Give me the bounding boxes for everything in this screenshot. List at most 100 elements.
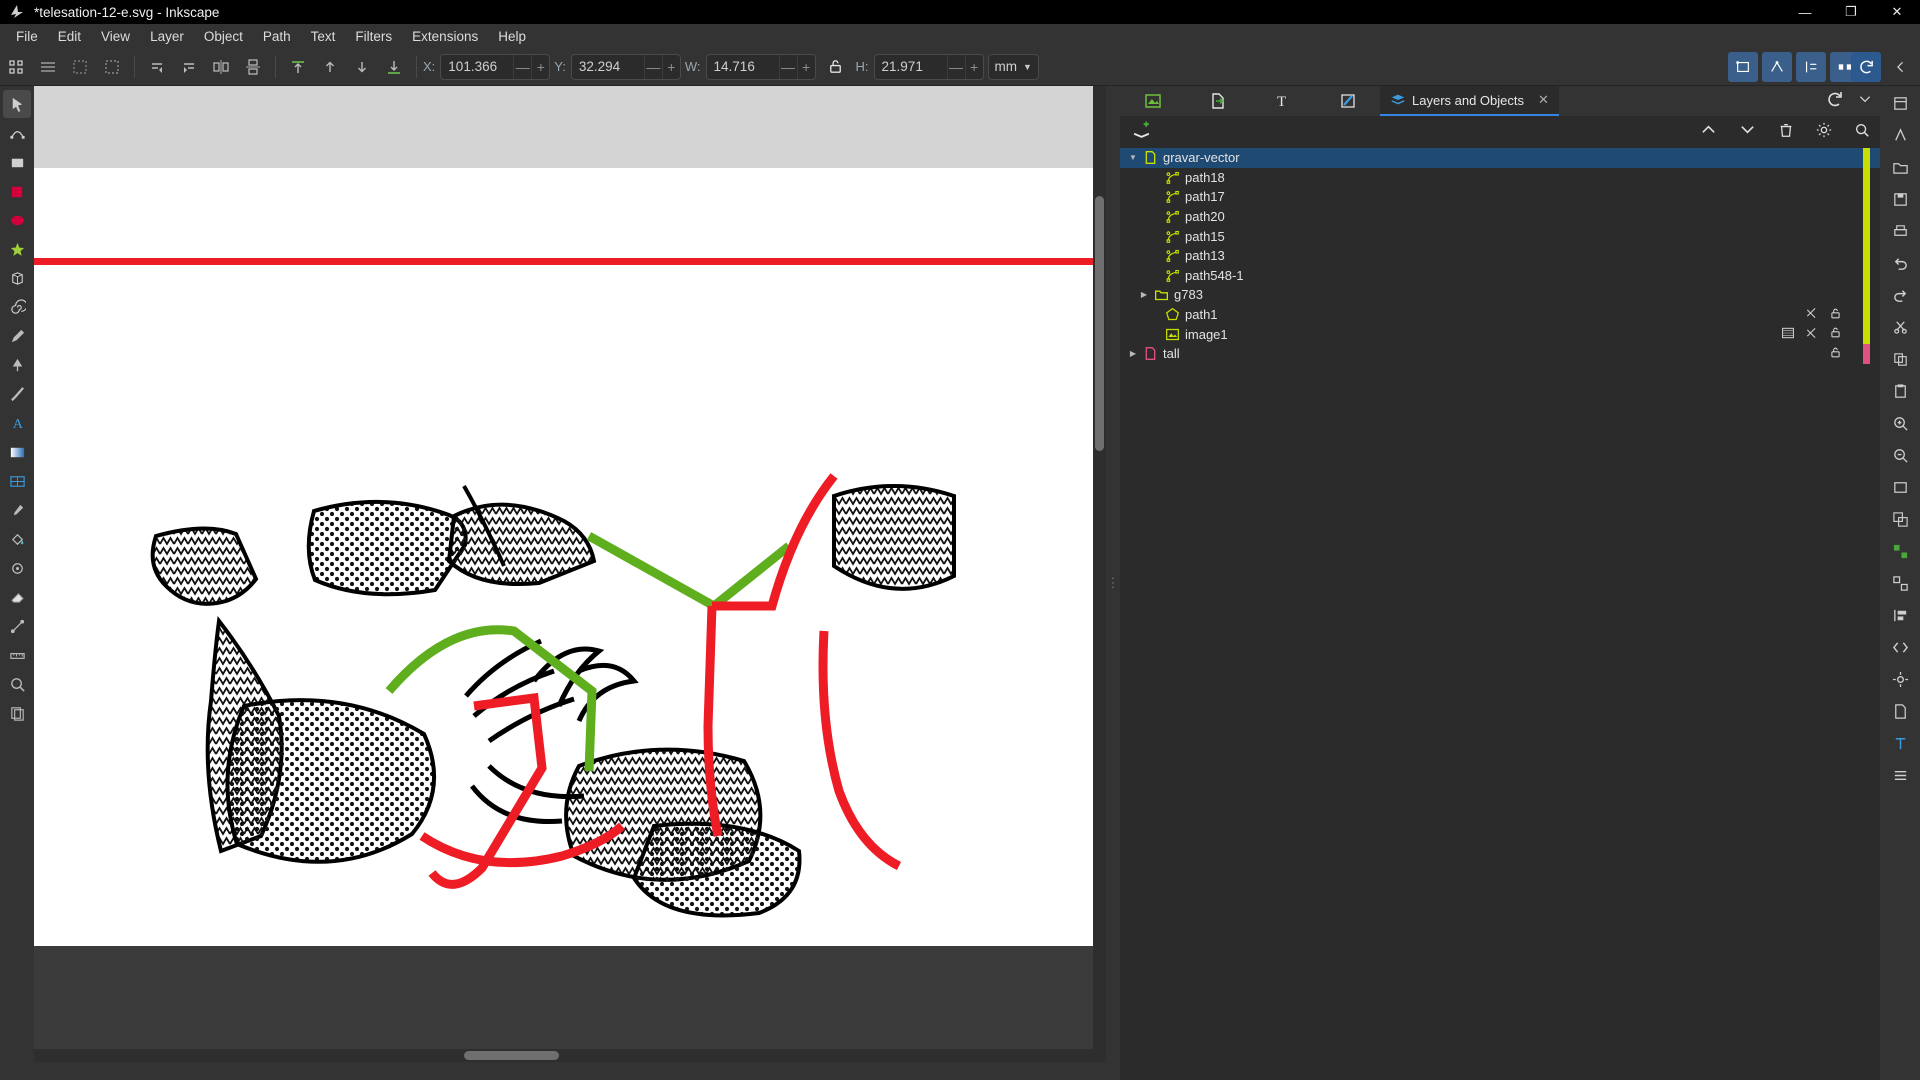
- layer-row-path548-1[interactable]: path548-1: [1120, 265, 1880, 286]
- maximize-button[interactable]: ❐: [1828, 0, 1874, 24]
- zoom-in-icon[interactable]: [1885, 408, 1915, 438]
- tab-layers-and-objects[interactable]: Layers and Objects ✕: [1380, 86, 1559, 116]
- preferences-icon[interactable]: [1885, 664, 1915, 694]
- locked-padlock-icon[interactable]: [1829, 307, 1842, 323]
- menu-view[interactable]: View: [91, 26, 140, 47]
- raise-icon[interactable]: [315, 52, 345, 82]
- text-icon[interactable]: [1885, 728, 1915, 758]
- width-spinner[interactable]: — +: [705, 53, 816, 80]
- unlocked-padlock-icon[interactable]: [821, 52, 851, 82]
- layer-row-path18[interactable]: path18: [1120, 167, 1880, 188]
- canvas-horizontal-scrollbar[interactable]: [34, 1049, 1106, 1062]
- undo-history-icon[interactable]: [1826, 90, 1844, 113]
- locked-padlock-icon[interactable]: [1829, 326, 1842, 342]
- layers-tree[interactable]: ▼ gravar-vector path18 path17 path20 path15 pa…: [1120, 148, 1880, 1080]
- layer-row-gravar-vector[interactable]: ▼ gravar-vector: [1120, 148, 1880, 168]
- cut-icon[interactable]: [1885, 312, 1915, 342]
- xml-editor-icon[interactable]: [1885, 632, 1915, 662]
- menu-layer[interactable]: Layer: [140, 26, 194, 47]
- lower-icon[interactable]: [347, 52, 377, 82]
- horizontal-scroll-thumb[interactable]: [464, 1051, 559, 1060]
- dropper-tool[interactable]: [3, 496, 31, 524]
- clip-icon[interactable]: [1805, 326, 1819, 343]
- layer-row-path13[interactable]: path13: [1120, 245, 1880, 266]
- document-properties-icon[interactable]: [1885, 696, 1915, 726]
- layer-row-path1[interactable]: path1: [1120, 304, 1880, 325]
- zoom-fit-icon[interactable]: [1885, 472, 1915, 502]
- duplicate-icon[interactable]: [1885, 504, 1915, 534]
- open-icon[interactable]: [1885, 152, 1915, 182]
- tab-fill-and-stroke[interactable]: [1120, 86, 1185, 116]
- calligraphy-tool[interactable]: [3, 380, 31, 408]
- x-input[interactable]: [441, 59, 514, 74]
- star-tool[interactable]: [3, 235, 31, 263]
- tab-style[interactable]: [1315, 86, 1380, 116]
- spiral-tool[interactable]: [3, 293, 31, 321]
- height-spinner[interactable]: — +: [873, 53, 984, 80]
- chevron-up-icon[interactable]: [1700, 121, 1717, 143]
- chevron-down-icon[interactable]: ▼: [1126, 153, 1140, 162]
- menu-file[interactable]: File: [6, 26, 48, 47]
- locked-padlock-icon[interactable]: [1829, 346, 1842, 362]
- menu-help[interactable]: Help: [488, 26, 536, 47]
- square-tool[interactable]: [3, 177, 31, 205]
- height-input[interactable]: [874, 59, 947, 74]
- ungroup-icon[interactable]: [1885, 568, 1915, 598]
- layer-row-image1[interactable]: image1: [1120, 324, 1880, 344]
- y-spinner[interactable]: — +: [570, 53, 681, 80]
- layer-row-path15[interactable]: path15: [1120, 226, 1880, 246]
- width-input[interactable]: [706, 59, 779, 74]
- layer-row-path20[interactable]: path20: [1120, 206, 1880, 227]
- chevron-right-icon[interactable]: ▶: [1126, 349, 1140, 358]
- height-increment[interactable]: +: [964, 54, 983, 79]
- select-all-icon[interactable]: [1, 52, 31, 82]
- clip-icon[interactable]: [1805, 306, 1819, 323]
- flip-vertical-icon[interactable]: [238, 52, 268, 82]
- save-icon[interactable]: [1885, 184, 1915, 214]
- text-tool[interactable]: A: [3, 409, 31, 437]
- width-increment[interactable]: +: [796, 54, 815, 79]
- y-decrement[interactable]: —: [643, 54, 662, 79]
- eraser-tool[interactable]: [3, 583, 31, 611]
- commands-icon[interactable]: [1885, 88, 1915, 118]
- menu-extensions[interactable]: Extensions: [402, 26, 488, 47]
- layer-row-g783[interactable]: ▶ g783: [1120, 285, 1880, 305]
- unit-selector[interactable]: mm ▼: [987, 53, 1039, 80]
- pages-tool[interactable]: [3, 699, 31, 727]
- snap-alignment-icon[interactable]: [1796, 52, 1826, 82]
- search-icon[interactable]: [1854, 122, 1870, 143]
- copy-icon[interactable]: [1885, 344, 1915, 374]
- document-page[interactable]: [34, 86, 1099, 946]
- print-icon[interactable]: [1885, 216, 1915, 246]
- tab-text[interactable]: T: [1250, 86, 1315, 116]
- rotate-cw-icon[interactable]: [174, 52, 204, 82]
- chevron-right-icon[interactable]: ▶: [1137, 290, 1151, 299]
- zoom-out-icon[interactable]: [1885, 440, 1915, 470]
- minimize-button[interactable]: —: [1782, 0, 1828, 24]
- x-increment[interactable]: +: [531, 54, 549, 79]
- dock-resize-handle[interactable]: ⋮: [1106, 86, 1120, 1080]
- flip-horizontal-icon[interactable]: [206, 52, 236, 82]
- chevron-down-icon[interactable]: [1858, 92, 1872, 111]
- chevron-down-icon[interactable]: [1739, 121, 1756, 143]
- ellipse-tool[interactable]: [3, 206, 31, 234]
- lower-to-bottom-icon[interactable]: [379, 52, 409, 82]
- layer-row-tall[interactable]: ▶ tall: [1120, 343, 1880, 364]
- close-icon[interactable]: ✕: [1538, 92, 1549, 108]
- menu-object[interactable]: Object: [194, 26, 253, 47]
- rotate-90-ccw-icon[interactable]: [97, 52, 127, 82]
- y-increment[interactable]: +: [661, 54, 680, 79]
- rotate-ccw-icon[interactable]: [142, 52, 172, 82]
- collapse-panel-icon[interactable]: [1886, 52, 1916, 82]
- paste-icon[interactable]: [1885, 376, 1915, 406]
- snap-nodes-icon[interactable]: [1762, 52, 1792, 82]
- mesh-tool[interactable]: [3, 467, 31, 495]
- tweak-tool[interactable]: [3, 554, 31, 582]
- gear-icon[interactable]: [1816, 122, 1832, 143]
- trash-icon[interactable]: [1778, 122, 1794, 143]
- vertical-scroll-thumb[interactable]: [1095, 196, 1104, 451]
- y-input[interactable]: [571, 59, 644, 74]
- height-decrement[interactable]: —: [946, 54, 965, 79]
- close-button[interactable]: ✕: [1874, 0, 1920, 24]
- layer-row-path17[interactable]: path17: [1120, 187, 1880, 207]
